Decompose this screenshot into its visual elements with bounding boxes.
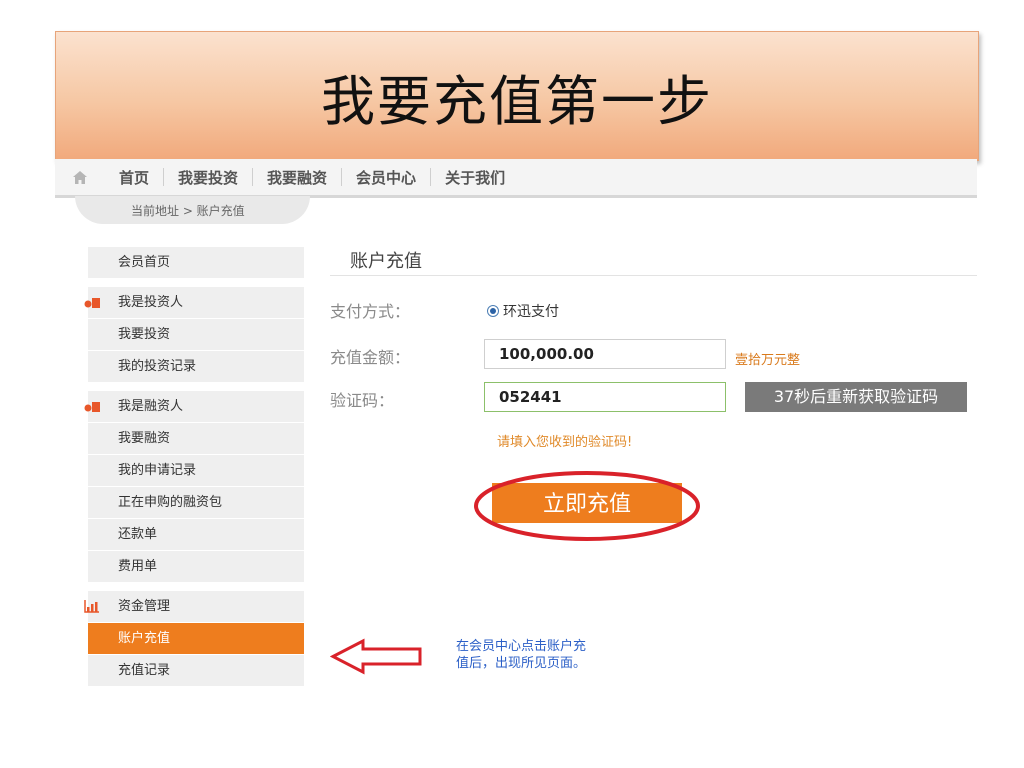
payment-radio-huanxun[interactable] — [487, 305, 499, 317]
sidebar: 会员首页 我是投资人 我要投资 我的投资记录 我是融资人 我要融资 我的申请记录… — [84, 247, 304, 687]
verification-code-label: 验证码： — [330, 391, 395, 410]
slide-title: 我要充值第一步 — [321, 69, 713, 133]
nav-item-member-center[interactable]: 会员中心 — [342, 167, 430, 188]
slide-annotation: 在会员中心点击账户充 值后，出现所见页面。 — [456, 638, 586, 672]
nav-item-about[interactable]: 关于我们 — [431, 167, 519, 188]
panel-divider — [330, 275, 977, 276]
nav-item-home[interactable]: 首页 — [105, 167, 163, 188]
nav-item-invest[interactable]: 我要投资 — [164, 167, 252, 188]
payment-method-label: 支付方式： — [330, 302, 411, 321]
investor-icon — [84, 298, 100, 308]
sidebar-item-invest-records[interactable]: 我的投资记录 — [88, 351, 304, 383]
verification-code-tip: 请填入您收到的验证码! — [497, 435, 633, 450]
left-arrow-icon — [330, 638, 422, 675]
sidebar-group-funds: 资金管理 — [84, 591, 304, 623]
sidebar-group-label: 我是投资人 — [118, 295, 184, 310]
sidebar-item-account-recharge[interactable]: 账户充值 — [88, 623, 304, 655]
sidebar-item-member-home[interactable]: 会员首页 — [88, 247, 304, 279]
breadcrumb: 当前地址 > 账户充值 — [75, 196, 310, 224]
amount-in-words: 壹拾万元整 — [735, 353, 801, 368]
sidebar-item-applications[interactable]: 我的申请记录 — [88, 455, 304, 487]
top-nav: 首页 我要投资 我要融资 会员中心 关于我们 — [55, 159, 977, 198]
sidebar-item-subscribing-packages[interactable]: 正在申购的融资包 — [88, 487, 304, 519]
nav-item-financing[interactable]: 我要融资 — [253, 167, 341, 188]
sidebar-group-investor: 我是投资人 — [84, 287, 304, 319]
sidebar-group-label: 资金管理 — [118, 599, 171, 614]
sidebar-item-financing[interactable]: 我要融资 — [88, 423, 304, 455]
recharge-submit-button[interactable]: 立即充值 — [492, 483, 682, 523]
panel-title: 账户充值 — [350, 251, 422, 272]
resend-code-button[interactable]: 37秒后重新获取验证码 — [745, 382, 967, 412]
payment-option-label[interactable]: 环迅支付 — [503, 301, 559, 321]
sidebar-item-recharge-records[interactable]: 充值记录 — [88, 655, 304, 687]
sidebar-item-invest[interactable]: 我要投资 — [88, 319, 304, 351]
borrower-icon — [84, 402, 100, 412]
home-icon[interactable] — [73, 170, 87, 184]
annotation-line: 值后，出现所见页面。 — [456, 656, 587, 671]
sidebar-item-repayments[interactable]: 还款单 — [88, 519, 304, 551]
amount-input[interactable] — [484, 339, 726, 369]
funds-chart-icon — [84, 600, 99, 613]
verification-code-input[interactable] — [484, 382, 726, 412]
sidebar-group-label: 我是融资人 — [118, 399, 184, 414]
sidebar-group-borrower: 我是融资人 — [84, 391, 304, 423]
slide-title-banner: 我要充值第一步 — [55, 31, 979, 161]
sidebar-item-fees[interactable]: 费用单 — [88, 551, 304, 583]
annotation-line: 在会员中心点击账户充 — [456, 639, 587, 654]
amount-label: 充值金额： — [330, 348, 411, 367]
